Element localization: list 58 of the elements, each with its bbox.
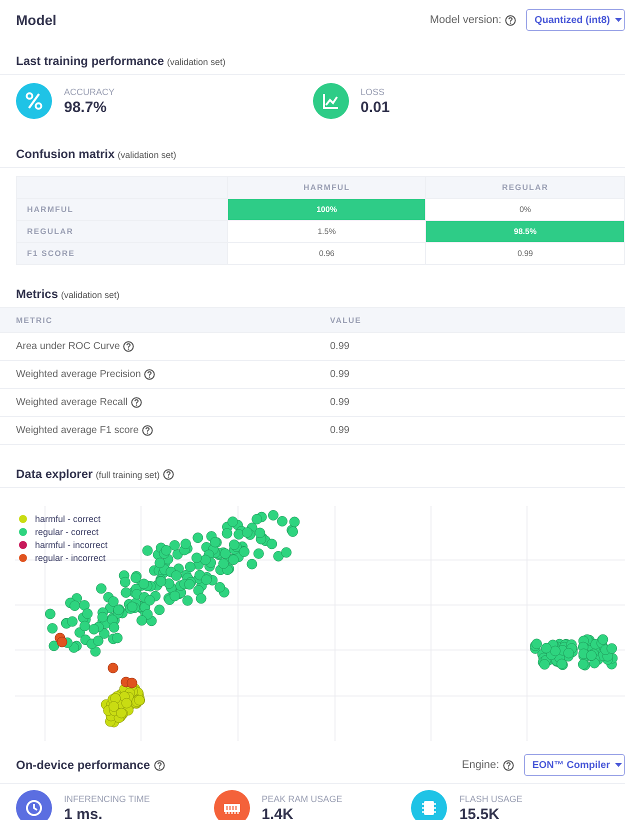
- legend-label: regular - incorrect: [35, 553, 106, 563]
- table-cell: 0.99: [426, 242, 624, 264]
- stat-value: 15.5K: [459, 806, 500, 820]
- metric-value: 0.99: [330, 388, 625, 416]
- table-cell: 98.5%: [426, 220, 624, 242]
- section-note: (validation set): [118, 150, 176, 160]
- stat-label: LOSS: [360, 86, 386, 96]
- caret-icon: [615, 763, 622, 767]
- help-icon[interactable]: [144, 369, 155, 380]
- section-note: (validation set): [167, 57, 226, 67]
- row-label: REGULAR: [16, 220, 228, 242]
- legend-label: harmful - correct: [35, 514, 101, 524]
- table-cell: 0.96: [228, 242, 426, 264]
- section-note: (full training set): [96, 470, 160, 480]
- section-title: On-device performance: [16, 758, 150, 772]
- column-header: HARMFUL: [228, 176, 426, 198]
- row-label: HARMFUL: [16, 198, 228, 220]
- page-title: Model: [16, 12, 56, 28]
- help-icon[interactable]: [505, 14, 516, 26]
- model-version-label: Model version:: [430, 14, 502, 26]
- model-version-dropdown[interactable]: Quantized (int8): [526, 9, 625, 31]
- row-label: F1 SCORE: [16, 242, 228, 264]
- stat-value: 1.4K: [262, 806, 294, 820]
- legend-label: regular - correct: [35, 527, 99, 537]
- stat-label: INFERENCING TIME: [64, 794, 150, 804]
- help-icon[interactable]: [154, 760, 166, 770]
- engine-dropdown[interactable]: EON™ Compiler: [524, 754, 625, 776]
- metric-value: 0.99: [330, 332, 625, 360]
- table-cell: 100%: [228, 198, 426, 220]
- metric-name: Weighted average F1 score: [16, 425, 139, 436]
- stat-label: PEAK RAM USAGE: [262, 794, 342, 804]
- section-title: Confusion matrix: [16, 147, 115, 161]
- legend-label: harmful - incorrect: [35, 540, 108, 550]
- metric-value: 0.99: [330, 360, 625, 388]
- column-header: VALUE: [330, 308, 625, 332]
- help-icon[interactable]: [162, 468, 174, 480]
- table-cell: 1.5%: [228, 220, 426, 242]
- stat-value: 98.7%: [64, 98, 108, 116]
- metric-name: Area under ROC Curve: [16, 341, 120, 352]
- caret-icon: [615, 18, 622, 22]
- stat-value: 1 ms.: [64, 806, 104, 820]
- stat-label: FLASH USAGE: [459, 794, 522, 804]
- stat-label: ACCURACY: [64, 86, 115, 96]
- help-icon[interactable]: [130, 397, 142, 408]
- metric-name: Weighted average Recall: [16, 397, 128, 408]
- stat-value: 0.01: [360, 98, 390, 116]
- section-title: Metrics: [16, 287, 58, 301]
- column-header: METRIC: [0, 308, 330, 332]
- engine-label: Engine:: [462, 759, 500, 771]
- help-icon[interactable]: [142, 425, 153, 436]
- metric-value: 0.99: [330, 416, 625, 444]
- column-header: REGULAR: [426, 176, 624, 198]
- metric-name: Weighted average Precision: [16, 369, 141, 380]
- help-icon[interactable]: [122, 341, 134, 352]
- section-title: Last training performance: [16, 54, 164, 68]
- section-note: (validation set): [61, 290, 120, 300]
- help-icon[interactable]: [503, 760, 514, 770]
- section-title: Data explorer: [16, 467, 93, 481]
